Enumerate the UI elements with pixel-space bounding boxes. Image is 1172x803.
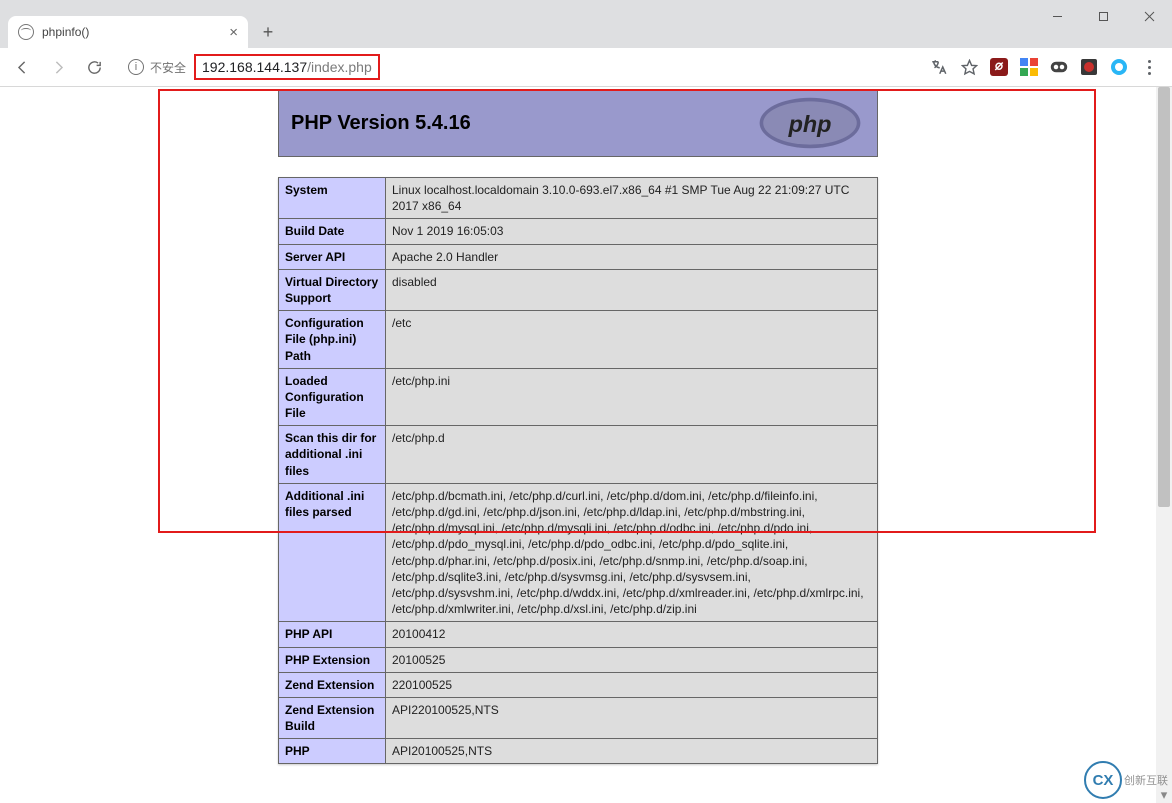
info-value: API220100525,NTS [386,697,878,738]
table-row: PHP Extension20100525 [279,647,878,672]
security-label: 不安全 [150,59,186,76]
info-key: Zend Extension Build [279,697,386,738]
phpinfo-table: SystemLinux localhost.localdomain 3.10.0… [278,177,878,764]
php-version-heading: PHP Version 5.4.16 [291,112,471,135]
translate-icon[interactable] [930,58,948,76]
table-row: Server APIApache 2.0 Handler [279,244,878,269]
info-value: Apache 2.0 Handler [386,244,878,269]
table-row: Loaded Configuration File/etc/php.ini [279,368,878,426]
info-value: disabled [386,269,878,310]
info-key: PHP Extension [279,647,386,672]
table-row: Configuration File (php.ini) Path/etc [279,311,878,369]
window-maximize-button[interactable] [1080,0,1126,32]
back-button[interactable] [8,53,36,81]
info-value: /etc/php.d/bcmath.ini, /etc/php.d/curl.i… [386,483,878,622]
globe-icon [18,24,34,40]
table-row: Scan this dir for additional .ini files/… [279,426,878,484]
info-value: 220100525 [386,672,878,697]
tab-title: phpinfo() [42,25,89,39]
table-row: Zend Extension220100525 [279,672,878,697]
info-key: Build Date [279,219,386,244]
info-value: /etc/php.ini [386,368,878,426]
scrollbar-thumb[interactable] [1158,87,1170,507]
incognito-icon[interactable] [1050,58,1068,76]
watermark-logon-icon: CX [1084,761,1122,799]
window-close-button[interactable] [1126,0,1172,32]
php-logo-icon: php [755,96,865,150]
tab-close-button[interactable]: × [229,25,238,40]
reload-button[interactable] [80,53,108,81]
info-key: Additional .ini files parsed [279,483,386,622]
browser-menu-button[interactable] [1140,58,1158,76]
url-highlight-annotation: 192.168.144.137/index.php [194,54,380,80]
page-viewport: PHP Version 5.4.16 php SystemLinux local… [0,87,1172,803]
info-value: 20100412 [386,622,878,647]
watermark-text: 创新互联 [1124,772,1168,788]
google-apps-icon[interactable] [1020,58,1038,76]
info-key: Configuration File (php.ini) Path [279,311,386,369]
address-bar: i 不安全 192.168.144.137/index.php [0,48,1172,87]
info-value: API20100525,NTS [386,739,878,764]
url-field[interactable]: i 不安全 192.168.144.137/index.php [116,52,916,82]
security-indicator[interactable]: i 不安全 [120,59,194,76]
info-key: System [279,178,386,219]
phpinfo-header: PHP Version 5.4.16 php [278,89,878,157]
info-value: /etc/php.d [386,426,878,484]
table-row: PHP API20100412 [279,622,878,647]
browser-tab-active[interactable]: phpinfo() × [8,16,248,48]
forward-button[interactable] [44,53,72,81]
tab-strip: phpinfo() × + [0,0,1172,48]
table-row: PHPAPI20100525,NTS [279,739,878,764]
info-key: Scan this dir for additional .ini files [279,426,386,484]
info-value: /etc [386,311,878,369]
record-icon[interactable] [1080,58,1098,76]
watermark: CX 创新互联 [1084,761,1168,799]
info-key: PHP [279,739,386,764]
info-value: Nov 1 2019 16:05:03 [386,219,878,244]
info-key: Loaded Configuration File [279,368,386,426]
info-icon: i [128,59,144,75]
bookmark-star-icon[interactable] [960,58,978,76]
info-key: Server API [279,244,386,269]
table-row: SystemLinux localhost.localdomain 3.10.0… [279,178,878,219]
svg-text:php: php [788,111,832,137]
info-key: PHP API [279,622,386,647]
info-key: Zend Extension [279,672,386,697]
ublock-icon[interactable] [990,58,1008,76]
vertical-scrollbar[interactable]: ▴ ▾ [1156,87,1172,803]
url-host: 192.168.144.137 [202,59,307,75]
window-minimize-button[interactable] [1034,0,1080,32]
toolbar-extensions [924,58,1164,76]
table-row: Virtual Directory Supportdisabled [279,269,878,310]
table-row: Zend Extension BuildAPI220100525,NTS [279,697,878,738]
new-tab-button[interactable]: + [254,18,282,46]
table-row: Build DateNov 1 2019 16:05:03 [279,219,878,244]
info-key: Virtual Directory Support [279,269,386,310]
browser-extension-icon[interactable] [1110,58,1128,76]
table-row: Additional .ini files parsed/etc/php.d/b… [279,483,878,622]
info-value: Linux localhost.localdomain 3.10.0-693.e… [386,178,878,219]
info-value: 20100525 [386,647,878,672]
url-path: /index.php [307,59,372,75]
phpinfo-page: PHP Version 5.4.16 php SystemLinux local… [278,87,878,764]
